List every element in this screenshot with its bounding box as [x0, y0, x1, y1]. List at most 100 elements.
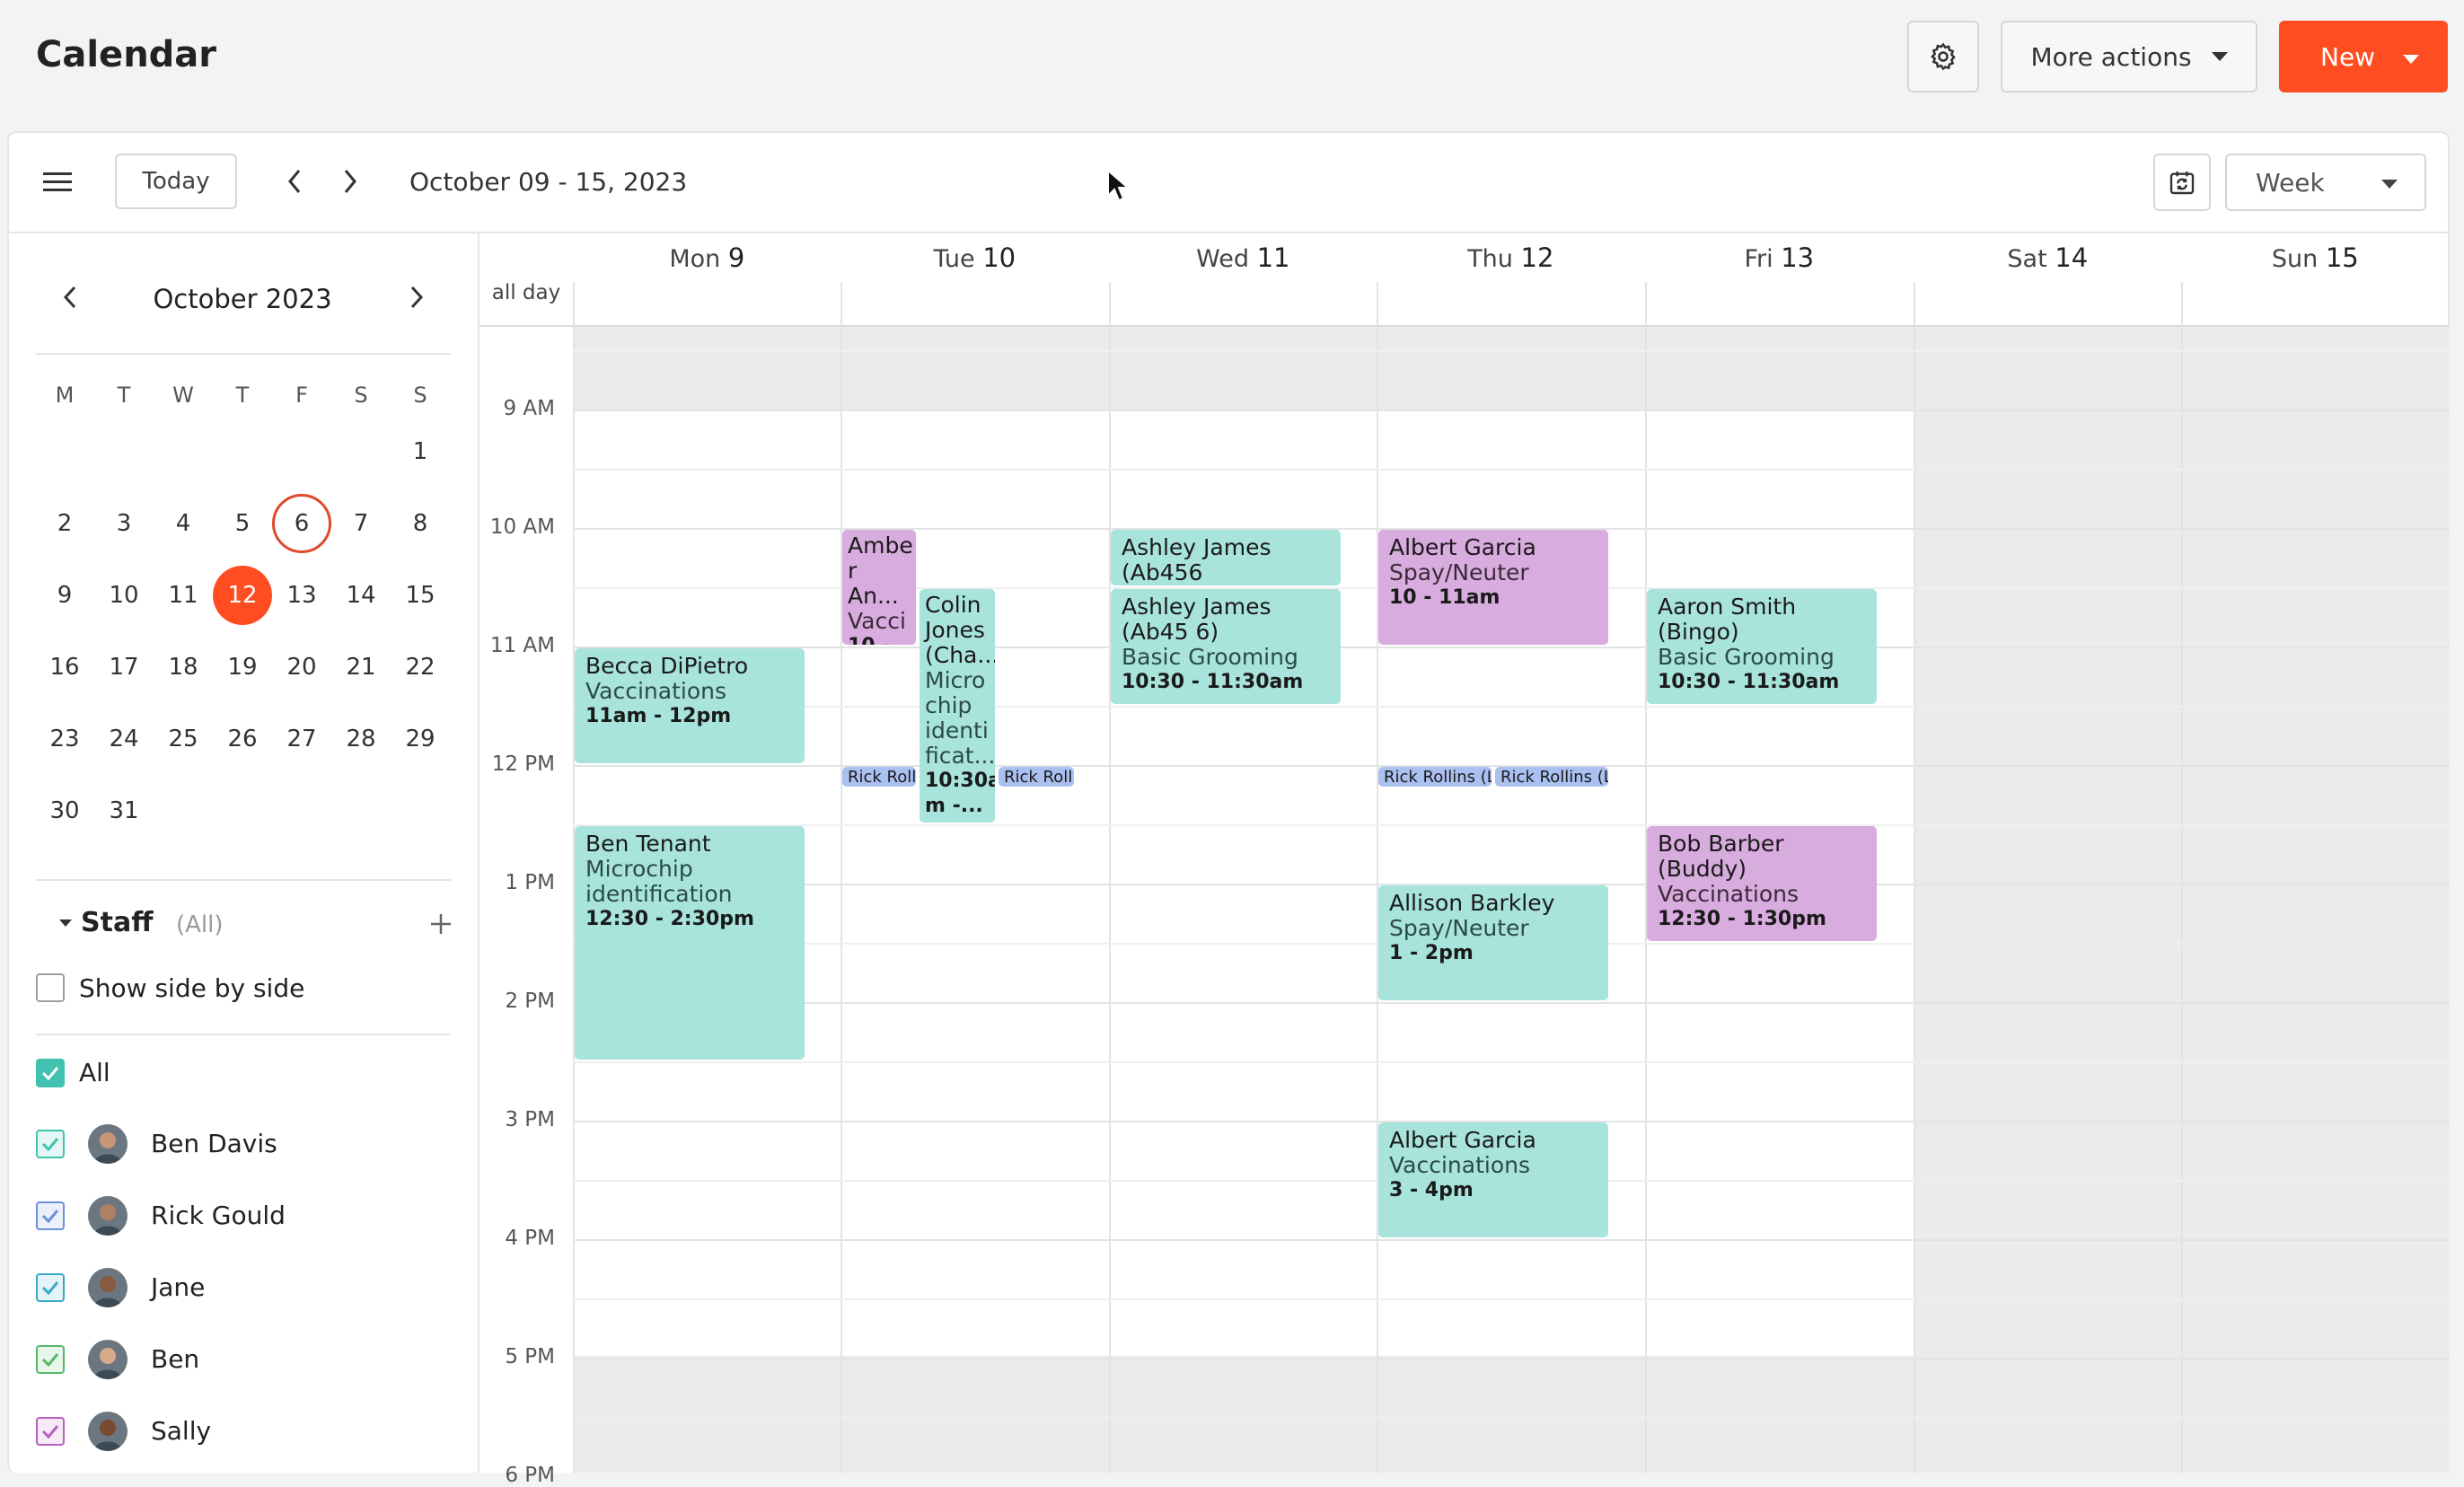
mini-calendar-day[interactable]: 23: [35, 709, 94, 769]
calendar-event[interactable]: Ben Tenant Microchip identification 12:30 …: [575, 826, 805, 1060]
calendar-event[interactable]: Rick Rollins (L: [1495, 767, 1608, 787]
all-staff-checkbox[interactable]: [36, 1059, 65, 1087]
calendar-event[interactable]: Colin Jones (Cha... Micro chip identi fic…: [920, 589, 995, 823]
more-actions-button[interactable]: More actions: [2001, 21, 2257, 92]
sync-calendar-button[interactable]: [2153, 154, 2211, 211]
mini-calendar-day[interactable]: 20: [272, 638, 331, 697]
day-header[interactable]: Sat 14: [2007, 242, 2088, 273]
mini-calendar-day[interactable]: 17: [94, 638, 154, 697]
mini-calendar-day[interactable]: 1: [391, 422, 450, 481]
calendar-event[interactable]: Ashley James (Ab45 6) Basic Grooming 10:30…: [1111, 589, 1341, 704]
event-title: Rick Roll: [848, 768, 916, 787]
day-column-divider: [1377, 282, 1378, 1473]
event-time: 11am - 12pm: [585, 705, 732, 727]
all-staff-label: All: [79, 1058, 110, 1087]
calendar-event[interactable]: Albert Garcia Vaccinations 3 - 4pm: [1378, 1122, 1608, 1237]
mini-calendar-day[interactable]: 8: [391, 494, 450, 553]
mini-calendar-next-icon[interactable]: [406, 284, 427, 311]
side-by-side-checkbox[interactable]: [36, 973, 65, 1002]
staff-title[interactable]: Staff: [81, 907, 154, 938]
menu-icon[interactable]: [41, 169, 74, 196]
time-slot-line: [573, 1417, 2450, 1419]
calendar-event[interactable]: Becca DiPietro Vaccinations 11am - 12pm: [575, 648, 805, 763]
view-select[interactable]: Week: [2225, 154, 2426, 211]
day-header[interactable]: Tue 10: [933, 242, 1016, 273]
mini-calendar-day[interactable]: 9: [35, 566, 94, 625]
new-button[interactable]: New: [2279, 21, 2448, 92]
time-slot-line: [573, 706, 2450, 708]
calendar-event[interactable]: Allison Barkley Spay/Neuter 1 - 2pm: [1378, 885, 1608, 1000]
mini-calendar-day[interactable]: 30: [35, 781, 94, 840]
mini-calendar-day[interactable]: 5: [213, 494, 272, 553]
mini-calendar-day[interactable]: 3: [94, 494, 154, 553]
staff-name: Rick Gould: [151, 1201, 286, 1230]
calendar-event[interactable]: Bob Barber (Buddy) Vaccinations 12:30 - 1:…: [1647, 826, 1877, 941]
mini-calendar-day[interactable]: 16: [35, 638, 94, 697]
calendar-event[interactable]: Albert Garcia Spay/Neuter 10 - 11am: [1378, 530, 1608, 645]
calendar-event[interactable]: Ashley James (Ab456Bath 10 - 10:30am: [1111, 530, 1341, 585]
calendar-event[interactable]: Ambe r An...Vacci10 -: [842, 530, 916, 645]
mini-calendar-day[interactable]: 7: [331, 494, 391, 553]
avatar: [88, 1124, 128, 1164]
event-title: Ashley James (Ab456: [1122, 534, 1272, 585]
event-title: Albert Garcia: [1389, 1127, 1536, 1153]
chevron-right-icon[interactable]: [338, 167, 363, 196]
mini-calendar-day[interactable]: 21: [331, 638, 391, 697]
settings-button[interactable]: [1907, 21, 1979, 92]
mini-calendar-day[interactable]: 14: [331, 566, 391, 625]
event-time: 3 - 4pm: [1389, 1179, 1474, 1201]
mini-calendar-day[interactable]: 27: [272, 709, 331, 769]
staff-checkbox[interactable]: [36, 1345, 65, 1374]
check-icon: [41, 1281, 59, 1296]
calendar-sync-icon: [2169, 172, 2195, 195]
mini-calendar-day[interactable]: 2: [35, 494, 94, 553]
staff-checkbox[interactable]: [36, 1273, 65, 1302]
chevron-left-icon[interactable]: [282, 167, 307, 196]
mini-calendar-day[interactable]: 31: [94, 781, 154, 840]
staff-photo-icon: [88, 1124, 128, 1164]
event-title: Rick Rollins (L: [1384, 768, 1492, 787]
calendar-event[interactable]: Rick Roll: [999, 767, 1074, 787]
staff-name: Ben: [151, 1344, 200, 1374]
collapse-icon[interactable]: [59, 919, 72, 927]
mini-calendar-day[interactable]: 13: [272, 566, 331, 625]
mini-calendar-day[interactable]: 10: [94, 566, 154, 625]
mini-calendar-day[interactable]: 29: [391, 709, 450, 769]
calendar-event[interactable]: Aaron Smith (Bingo) Basic Grooming 10:30 -…: [1647, 589, 1877, 704]
mini-calendar-day[interactable]: 11: [154, 566, 213, 625]
time-label: 5 PM: [505, 1345, 555, 1368]
mini-calendar-day[interactable]: 19: [213, 638, 272, 697]
mini-calendar-day[interactable]: 28: [331, 709, 391, 769]
day-header[interactable]: Wed 11: [1196, 242, 1289, 273]
mini-calendar-day[interactable]: 4: [154, 494, 213, 553]
calendar-event[interactable]: Rick Rollins (L: [1378, 767, 1492, 787]
weekday-label: S: [354, 383, 368, 408]
mini-calendar-day[interactable]: 25: [154, 709, 213, 769]
today-button[interactable]: Today: [115, 154, 237, 209]
calendar-event[interactable]: Rick Roll: [842, 767, 916, 787]
event-title: Colin Jones (Cha...: [925, 592, 995, 668]
time-slot-line: [573, 1358, 2450, 1359]
day-header[interactable]: Fri 13: [1744, 242, 1814, 273]
add-staff-icon[interactable]: [429, 912, 453, 936]
mini-calendar-day[interactable]: 15: [391, 566, 450, 625]
day-header[interactable]: Mon 9: [669, 242, 744, 273]
staff-checkbox[interactable]: [36, 1130, 65, 1158]
mini-calendar-prev-icon[interactable]: [59, 284, 81, 311]
staff-checkbox[interactable]: [36, 1417, 65, 1446]
event-time: 12:30 - 2:30pm: [585, 908, 754, 930]
event-title: Albert Garcia: [1389, 534, 1536, 560]
mini-calendar-day[interactable]: 26: [213, 709, 272, 769]
day-column-divider: [1914, 282, 1915, 1473]
day-header[interactable]: Sun 15: [2272, 242, 2359, 273]
day-header[interactable]: Thu 12: [1467, 242, 1553, 273]
mini-calendar-day[interactable]: 12: [213, 566, 272, 625]
check-icon: [41, 1067, 59, 1081]
mini-calendar-day[interactable]: 18: [154, 638, 213, 697]
staff-checkbox[interactable]: [36, 1201, 65, 1230]
time-label: 1 PM: [505, 871, 555, 894]
mini-calendar-day[interactable]: 24: [94, 709, 154, 769]
mini-calendar-day[interactable]: 6: [272, 494, 331, 553]
time-label: 10 AM: [489, 515, 555, 539]
mini-calendar-day[interactable]: 22: [391, 638, 450, 697]
